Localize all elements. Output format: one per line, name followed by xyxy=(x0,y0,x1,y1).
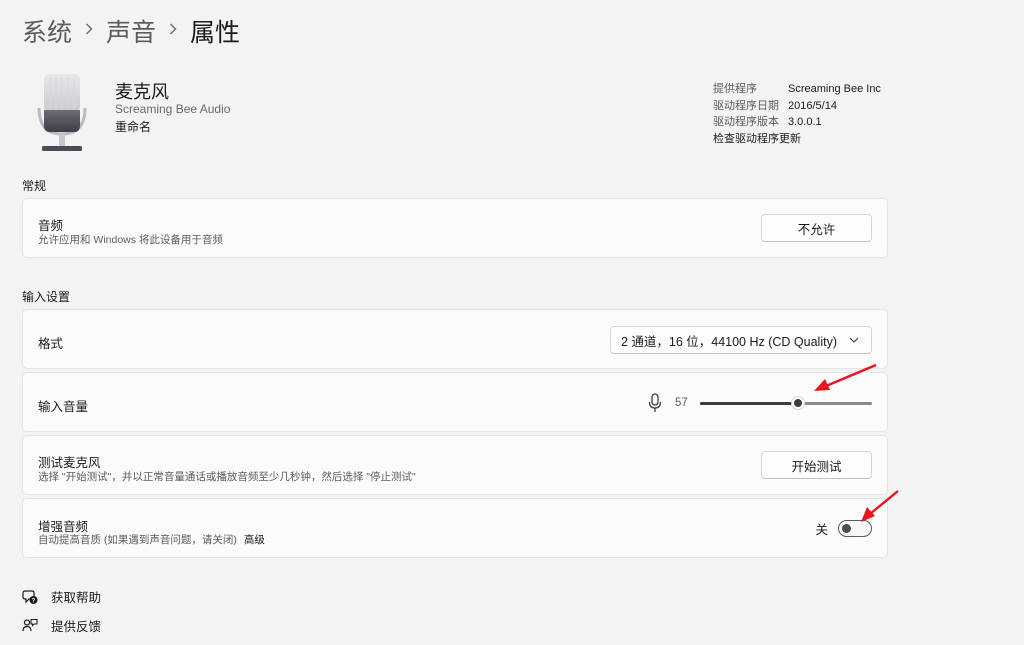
volume-slider[interactable] xyxy=(700,393,872,413)
give-feedback-label: 提供反馈 xyxy=(51,620,102,634)
microphone-illustration-icon xyxy=(36,72,88,154)
driver-date-label: 驱动程序日期 xyxy=(713,99,779,112)
enhance-audio-description: 自动提高音质 (如果遇到声音问题，请关闭) xyxy=(38,534,237,546)
toggle-knob xyxy=(842,524,851,533)
device-subtitle: Screaming Bee Audio xyxy=(115,102,231,116)
input-volume-title: 输入音量 xyxy=(38,400,89,414)
driver-info: 提供程序 Screaming Bee Inc 驱动程序日期 2016/5/14 … xyxy=(713,81,881,147)
test-mic-card: 测试麦克风 选择 "开始测试"，并以正常音量通话或播放音频至少几秒钟，然后选择 … xyxy=(22,435,888,495)
enhance-audio-toggle[interactable] xyxy=(838,520,872,537)
section-title-input: 输入设置 xyxy=(22,290,71,304)
enhance-audio-description-row: 自动提高音质 (如果遇到声音问题，请关闭) 高级 xyxy=(38,532,265,547)
microphone-icon[interactable] xyxy=(648,393,664,413)
test-mic-description: 选择 "开始测试"，并以正常音量通话或播放音频至少几秒钟，然后选择 "停止测试" xyxy=(38,471,416,483)
get-help-link[interactable]: ? 获取帮助 xyxy=(22,587,101,606)
breadcrumb-system[interactable]: 系统 xyxy=(22,13,72,49)
enhance-audio-card: 增强音频 自动提高音质 (如果遇到声音问题，请关闭) 高级 关 xyxy=(22,498,888,558)
feedback-icon xyxy=(22,618,38,634)
format-card: 格式 2 通道，16 位，44100 Hz (CD Quality) xyxy=(22,309,888,369)
start-test-button[interactable]: 开始测试 xyxy=(761,451,872,479)
chevron-down-icon xyxy=(849,337,859,343)
driver-provider-label: 提供程序 xyxy=(713,83,757,95)
input-volume-card: 输入音量 57 xyxy=(22,372,888,432)
help-icon: ? xyxy=(22,589,38,605)
audio-description: 允许应用和 Windows 将此设备用于音频 xyxy=(38,234,223,246)
driver-date-value: 2016/5/14 xyxy=(788,99,837,112)
rename-link[interactable]: 重命名 xyxy=(115,118,151,135)
driver-provider-value: Screaming Bee Inc xyxy=(788,83,881,95)
volume-value: 57 xyxy=(675,397,688,409)
give-feedback-link[interactable]: 提供反馈 xyxy=(22,616,101,635)
svg-text:?: ? xyxy=(32,598,36,604)
check-driver-update-link[interactable]: 检查驱动程序更新 xyxy=(713,131,801,148)
advanced-link[interactable]: 高级 xyxy=(244,534,265,546)
chevron-right-icon xyxy=(169,22,177,40)
volume-control: 57 xyxy=(648,391,872,415)
page-title: 属性 xyxy=(190,19,241,47)
format-dropdown[interactable]: 2 通道，16 位，44100 Hz (CD Quality) xyxy=(609,326,872,354)
get-help-label: 获取帮助 xyxy=(51,591,102,605)
driver-version-label: 驱动程序版本 xyxy=(713,116,779,128)
audio-card: 音频 允许应用和 Windows 将此设备用于音频 不允许 xyxy=(22,198,888,258)
enhance-toggle-label: 关 xyxy=(815,523,828,537)
device-header: 麦克风 Screaming Bee Audio 重命名 提供程序 Screami… xyxy=(36,72,886,162)
enhance-toggle-group: 关 xyxy=(815,519,872,538)
chevron-right-icon xyxy=(85,22,93,40)
format-selected-value: 2 通道，16 位，44100 Hz (CD Quality) xyxy=(620,334,837,349)
driver-version-value: 3.0.0.1 xyxy=(788,116,822,128)
volume-slider-thumb[interactable] xyxy=(791,396,806,410)
format-title: 格式 xyxy=(38,337,64,351)
volume-slider-fill xyxy=(700,402,799,405)
device-name: 麦克风 xyxy=(115,82,169,102)
section-title-general: 常规 xyxy=(22,179,47,193)
disallow-button[interactable]: 不允许 xyxy=(761,214,872,242)
breadcrumb-sound[interactable]: 声音 xyxy=(106,13,156,49)
breadcrumb: 系统 声音 属性 xyxy=(22,14,240,48)
